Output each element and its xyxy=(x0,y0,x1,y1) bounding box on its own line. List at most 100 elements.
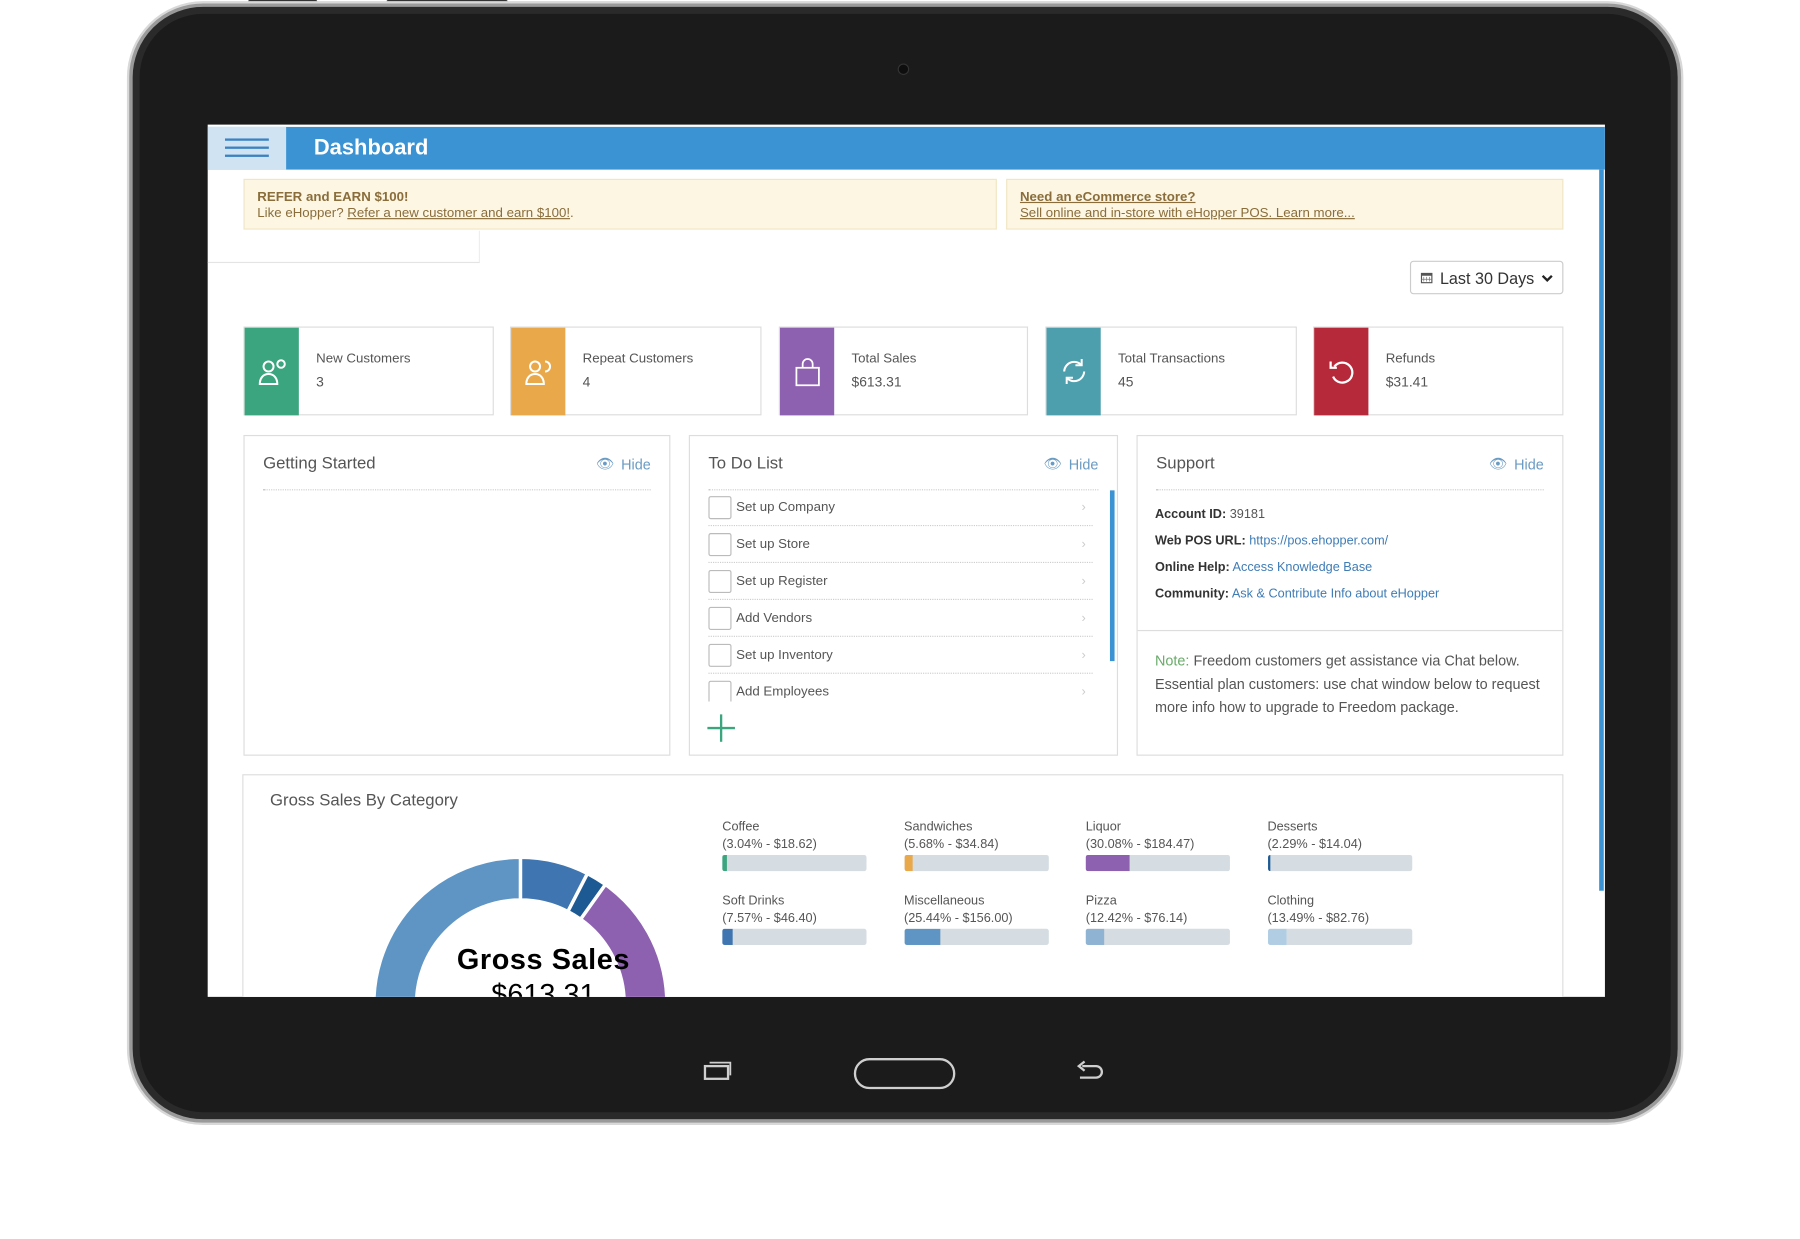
undo-icon xyxy=(1328,361,1353,384)
category-value: (5.68% - $34.84) xyxy=(904,837,999,852)
home-button[interactable] xyxy=(853,1058,956,1090)
refer-text: Like eHopper? xyxy=(257,206,348,221)
todo-label: Add Employees xyxy=(736,684,830,699)
support-value[interactable]: Ask & Contribute Info about eHopper xyxy=(1232,587,1439,601)
panel-title: Support xyxy=(1156,454,1215,474)
divider xyxy=(1156,489,1544,491)
panel-title: Getting Started xyxy=(263,454,376,474)
date-range-label: Last 30 Days xyxy=(1439,268,1535,287)
app-header: Dashboard xyxy=(207,126,1605,170)
shopping-bag-icon xyxy=(794,358,820,387)
support-row: Web POS URL: https://pos.ehopper.com/ xyxy=(1155,534,1388,548)
category-name: Liquor xyxy=(1085,820,1122,835)
support-value[interactable]: https://pos.ehopper.com/ xyxy=(1249,534,1388,548)
support-value: 39181 xyxy=(1229,507,1266,522)
refresh-icon xyxy=(1062,359,1085,385)
category-bar-fill xyxy=(1267,928,1287,945)
stat-value: 3 xyxy=(316,373,324,390)
recent-apps-icon[interactable] xyxy=(703,1060,733,1081)
category-bar-fill xyxy=(904,854,913,872)
todo-checkbox[interactable] xyxy=(708,606,732,630)
note-text: Freedom customers get assistance via Cha… xyxy=(1154,653,1540,716)
stat-label: Total Sales xyxy=(851,351,917,366)
refer-period: . xyxy=(570,206,574,221)
hide-button[interactable]: 👁 Hide xyxy=(1489,456,1544,473)
support-note: Note: Freedom customers get assistance v… xyxy=(1155,650,1547,719)
chevron-right-icon: › xyxy=(1081,537,1086,551)
new-customer-icon xyxy=(258,359,286,386)
repeat-customers-icon xyxy=(524,360,551,386)
category-item: Coffee (3.04% - $18.62) xyxy=(722,819,867,872)
page-scrollbar[interactable] xyxy=(1599,169,1604,891)
stat-card[interactable]: New Customers 3 xyxy=(243,326,494,416)
category-value: (3.04% - $18.62) xyxy=(722,837,817,852)
todo-item[interactable]: Add Vendors › xyxy=(708,600,1093,637)
todo-checkbox[interactable] xyxy=(708,680,732,702)
category-value: (13.49% - $82.76) xyxy=(1267,911,1370,926)
category-value: (30.08% - $184.47) xyxy=(1085,837,1195,852)
stat-card[interactable]: Repeat Customers 4 xyxy=(509,326,762,416)
date-range-dropdown[interactable]: Last 30 Days xyxy=(1409,260,1564,295)
camera xyxy=(897,63,910,75)
stat-card[interactable]: Total Transactions 45 xyxy=(1045,326,1297,416)
category-item: Desserts (2.29% - $14.04) xyxy=(1267,819,1412,872)
hide-button[interactable]: 👁 Hide xyxy=(596,456,651,473)
todo-item[interactable]: Set up Company › xyxy=(708,489,1093,527)
todo-panel: To Do List 👁 Hide Set up Company › Set up S… xyxy=(688,434,1119,756)
todo-item[interactable]: Set up Inventory › xyxy=(708,637,1093,674)
todo-checkbox[interactable] xyxy=(708,569,732,593)
chevron-right-icon: › xyxy=(1081,500,1086,515)
category-name: Coffee xyxy=(722,820,760,835)
category-item: Miscellaneous (25.44% - $156.00) xyxy=(904,893,1049,945)
category-item: Sandwiches (5.68% - $34.84) xyxy=(904,819,1049,872)
category-item: Soft Drinks (7.57% - $46.40) xyxy=(722,893,867,945)
donut-center-label: Gross Sales xyxy=(456,943,630,977)
refer-link[interactable]: Refer a new customer and earn $100! xyxy=(347,207,570,221)
add-task-icon[interactable] xyxy=(707,714,735,742)
todo-checkbox[interactable] xyxy=(708,643,732,667)
todo-item[interactable]: Add Employees › xyxy=(708,674,1092,702)
hide-button[interactable]: 👁 Hide xyxy=(1044,456,1099,473)
category-value: (12.42% - $76.14) xyxy=(1085,911,1188,926)
ecommerce-link[interactable]: Sell online and in-store with eHopper PO… xyxy=(1020,207,1355,221)
category-name: Clothing xyxy=(1267,894,1315,909)
category-bar-fill xyxy=(904,928,941,945)
todo-checkbox[interactable] xyxy=(708,495,732,519)
ecommerce-banner: Need an eCommerce store? Sell online and… xyxy=(1006,178,1564,230)
category-item: Clothing (13.49% - $82.76) xyxy=(1267,893,1412,945)
todo-checkbox[interactable] xyxy=(708,532,732,556)
stat-card[interactable]: Total Sales $613.31 xyxy=(778,326,1029,416)
category-bar-fill xyxy=(1267,854,1271,872)
category-item: Pizza (12.42% - $76.14) xyxy=(1085,893,1231,945)
todo-item[interactable]: Set up Store › xyxy=(708,526,1093,564)
category-name: Miscellaneous xyxy=(904,894,985,909)
stat-value: $31.41 xyxy=(1385,373,1429,390)
todo-label: Set up Store xyxy=(736,537,810,551)
eye-slash-icon: 👁 xyxy=(595,455,615,472)
category-bar-fill xyxy=(1085,854,1130,872)
eye-slash-icon: 👁 xyxy=(1488,455,1508,472)
eye-slash-icon: 👁 xyxy=(1043,455,1062,472)
todo-scrollbar[interactable] xyxy=(1109,490,1115,662)
hide-label: Hide xyxy=(1068,456,1099,473)
hide-label: Hide xyxy=(1514,456,1544,473)
todo-item[interactable]: Set up Register › xyxy=(708,563,1093,600)
category-name: Desserts xyxy=(1267,820,1318,835)
refer-title: REFER and EARN $100! xyxy=(257,190,409,205)
chevron-right-icon: › xyxy=(1081,647,1086,662)
category-item: Liquor (30.08% - $184.47) xyxy=(1085,819,1231,872)
todo-label: Set up Register xyxy=(736,574,828,588)
category-bar xyxy=(722,854,867,872)
todo-list: Set up Company › Set up Store › Set up Regis… xyxy=(690,489,1119,702)
support-label: Community: xyxy=(1154,587,1229,602)
gross-sales-panel: Gross Sales By Category Gross Sales $613… xyxy=(242,774,1564,997)
ecommerce-title-link[interactable]: Need an eCommerce store? xyxy=(1020,190,1196,204)
support-value[interactable]: Access Knowledge Base xyxy=(1233,561,1373,575)
back-icon[interactable] xyxy=(1075,1060,1105,1081)
note-label: Note: xyxy=(1154,653,1190,670)
refer-banner: REFER and EARN $100! Like eHopper? Refer… xyxy=(243,178,997,230)
stat-card[interactable]: Refunds $31.41 xyxy=(1313,326,1564,416)
category-bar xyxy=(904,928,1049,945)
menu-button[interactable] xyxy=(207,126,287,170)
category-bar xyxy=(904,854,1049,872)
